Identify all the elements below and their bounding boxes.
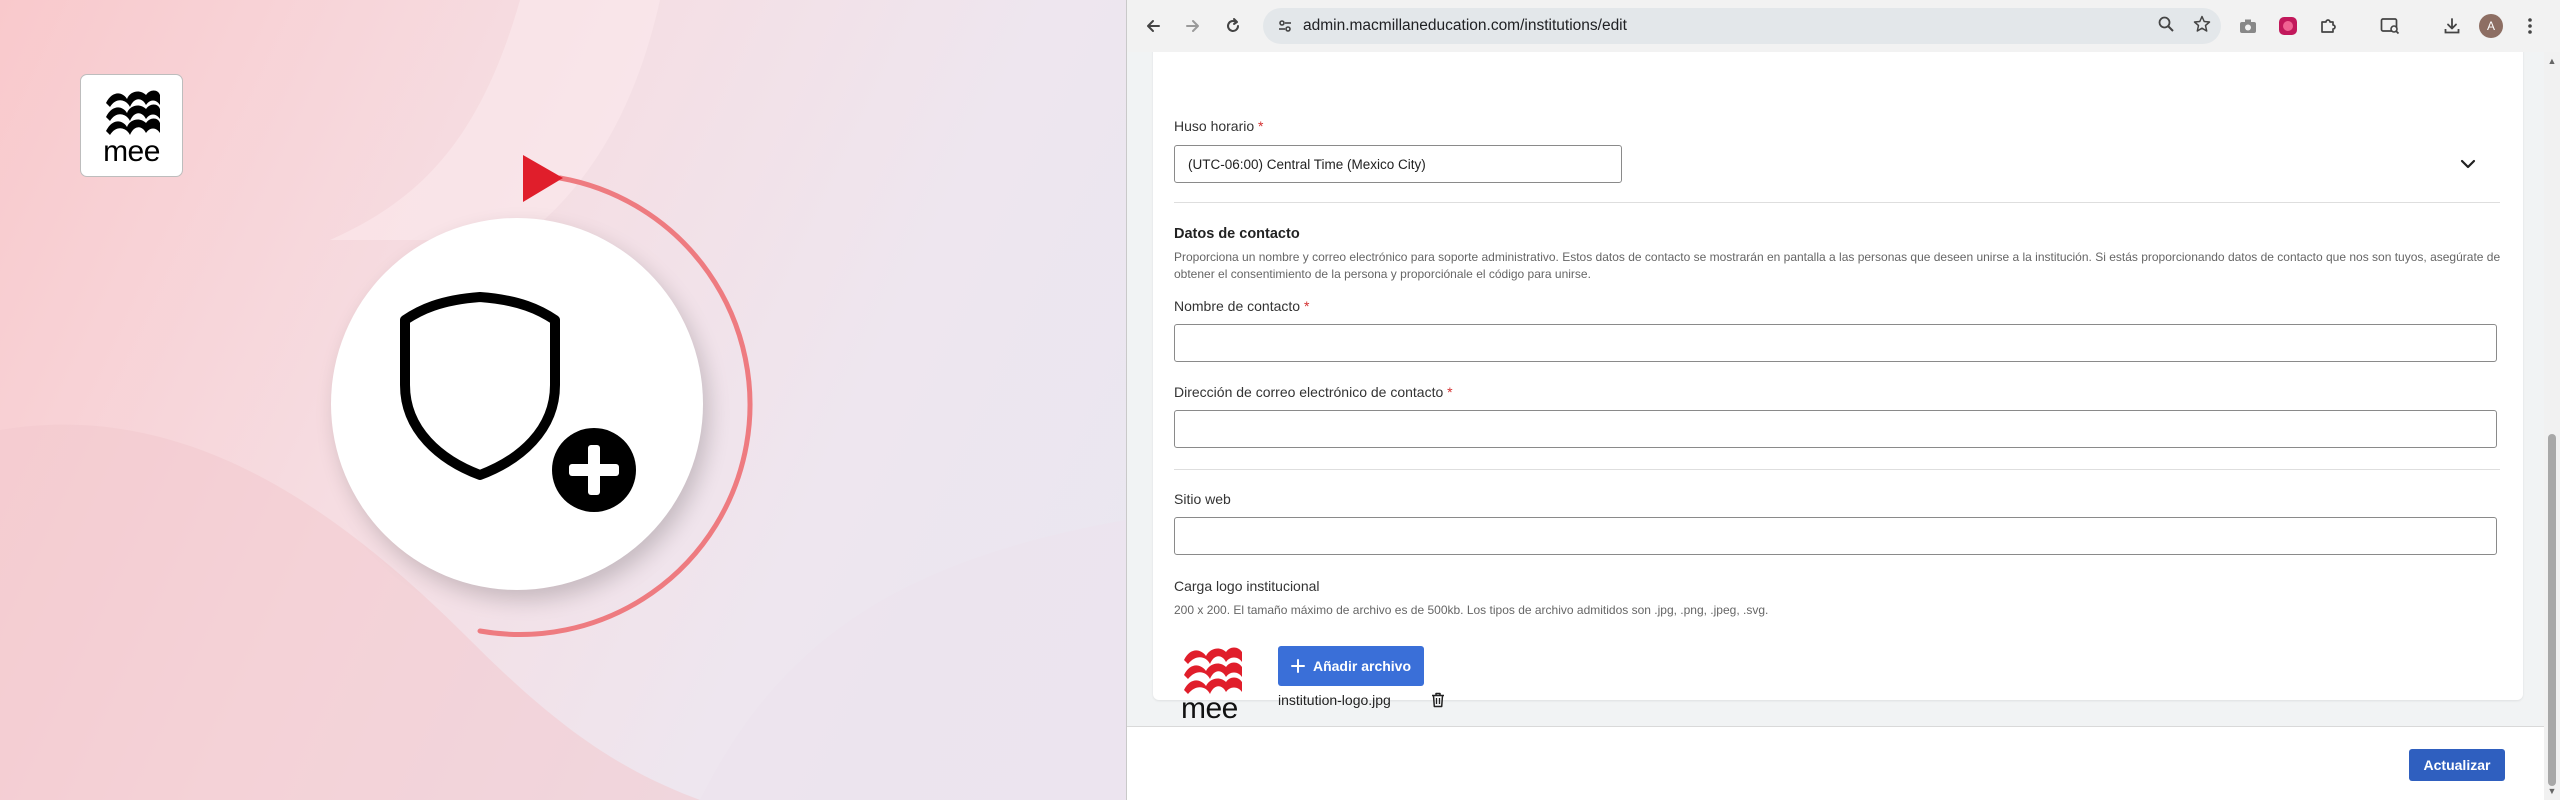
shield-plus-icon <box>400 292 636 512</box>
profile-avatar[interactable]: A <box>2479 14 2503 38</box>
record-extension-icon[interactable] <box>2275 13 2301 39</box>
form-footer: Actualizar <box>1127 726 2545 800</box>
timezone-label: Huso horario * <box>1174 118 1264 134</box>
zoom-magnifier-icon[interactable] <box>2157 15 2175 38</box>
tab-search-icon[interactable] <box>2377 13 2403 39</box>
website-input[interactable] <box>1174 517 2497 555</box>
download-icon[interactable] <box>2439 13 2465 39</box>
browser-window: admin.macmillaneducation.com/institution… <box>1126 0 2560 800</box>
camera-extension-icon[interactable] <box>2235 13 2261 39</box>
contact-name-input[interactable] <box>1174 324 2497 362</box>
timezone-select[interactable]: (UTC-06:00) Central Time (Mexico City) <box>1174 145 1622 183</box>
logo-upload-hint: 200 x 200. El tamaño máximo de archivo e… <box>1174 603 1769 617</box>
contact-email-input[interactable] <box>1174 410 2497 448</box>
chevron-down-icon[interactable] <box>2457 153 2479 175</box>
contact-name-label: Nombre de contacto * <box>1174 298 1310 314</box>
address-bar[interactable]: admin.macmillaneducation.com/institution… <box>1263 8 2221 44</box>
scroll-down-arrow-icon[interactable]: ▼ <box>2547 786 2557 796</box>
timezone-value: (UTC-06:00) Central Time (Mexico City) <box>1188 156 1426 172</box>
extensions-area: A <box>2235 8 2543 44</box>
trash-icon[interactable] <box>1431 692 1445 708</box>
extensions-puzzle-icon[interactable] <box>2315 13 2341 39</box>
contact-section-description: Proporciona un nombre y correo electróni… <box>1174 250 2501 281</box>
contact-section-title: Datos de contacto <box>1174 226 1300 242</box>
logo-preview: mee <box>1175 642 1249 728</box>
bookmark-star-icon[interactable] <box>2193 15 2211 38</box>
contact-email-label: Dirección de correo electrónico de conta… <box>1174 384 1453 400</box>
scroll-up-arrow-icon[interactable]: ▲ <box>2547 56 2557 66</box>
site-settings-icon[interactable] <box>1267 18 1303 34</box>
promo-panel: mee <box>0 0 1126 800</box>
mee-red-waves-icon <box>1184 647 1242 694</box>
update-button[interactable]: Actualizar <box>2409 749 2505 781</box>
logo-preview-text: mee <box>1181 692 1238 725</box>
logo-upload-label: Carga logo institucional <box>1174 578 1320 594</box>
more-menu-icon[interactable] <box>2517 13 2543 39</box>
uploaded-file-name: institution-logo.jpg <box>1278 692 1391 708</box>
institution-form-card: Huso horario * (UTC-06:00) Central Time … <box>1153 52 2523 724</box>
reload-icon[interactable] <box>1213 6 1253 46</box>
back-arrow-icon[interactable] <box>1133 6 1173 46</box>
website-label: Sitio web <box>1174 491 1231 507</box>
scroll-thumb[interactable] <box>2548 434 2556 786</box>
divider <box>1174 469 2500 470</box>
url-text[interactable]: admin.macmillaneducation.com/institution… <box>1303 17 1627 35</box>
divider <box>1174 202 2500 203</box>
plus-icon <box>1290 659 1305 673</box>
scrollbar[interactable]: ▲ ▼ <box>2544 52 2560 800</box>
forward-arrow-icon[interactable] <box>1173 6 1213 46</box>
browser-toolbar: admin.macmillaneducation.com/institution… <box>1127 0 2560 52</box>
add-file-button[interactable]: Añadir archivo <box>1278 646 1424 686</box>
page-viewport: Huso horario * (UTC-06:00) Central Time … <box>1127 52 2545 800</box>
